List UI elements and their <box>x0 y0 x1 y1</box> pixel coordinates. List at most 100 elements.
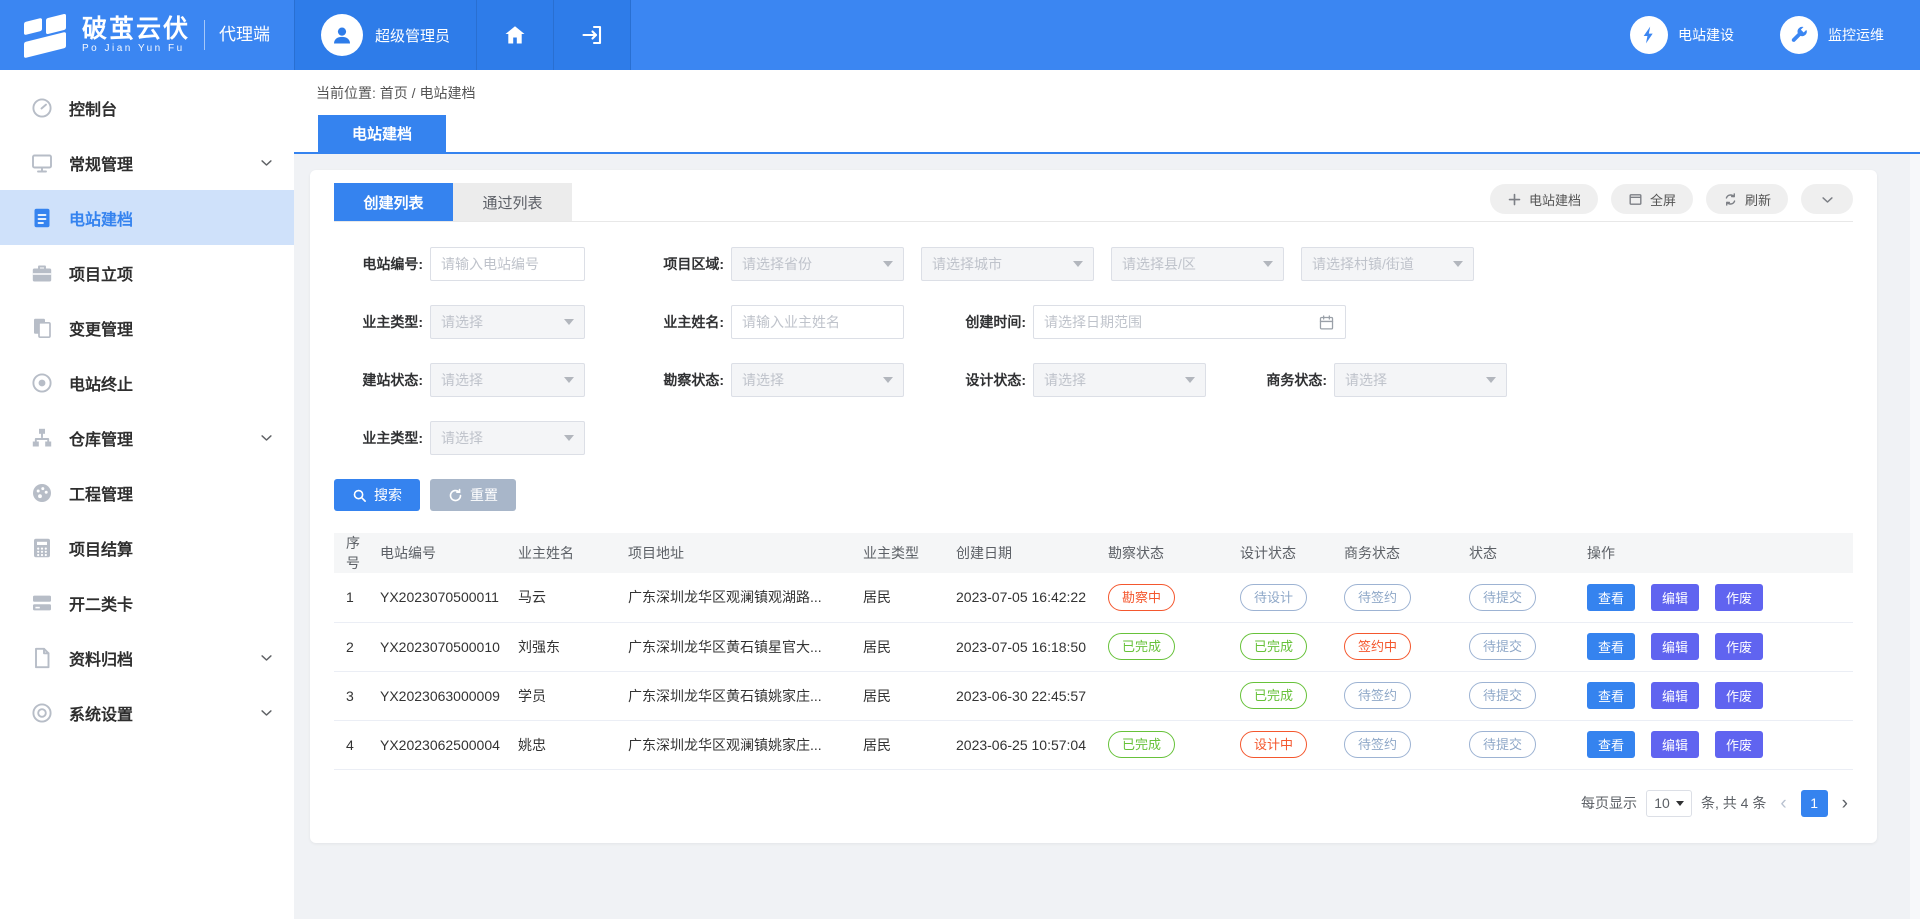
view-button[interactable]: 查看 <box>1587 633 1635 660</box>
page-number-1[interactable]: 1 <box>1801 790 1828 817</box>
station-code-input[interactable]: 请输入电站编号 <box>430 247 585 281</box>
build-status-select[interactable]: 请选择 <box>430 363 585 397</box>
dashboard-icon <box>30 96 54 120</box>
sidebar-item-仓库管理[interactable]: 仓库管理 <box>0 410 294 465</box>
edit-button[interactable]: 编辑 <box>1651 682 1699 709</box>
sidebar-item-系统设置[interactable]: 系统设置 <box>0 685 294 740</box>
current-user[interactable]: 超级管理员 <box>294 0 477 70</box>
refresh-button[interactable]: 刷新 <box>1706 184 1788 214</box>
station-code-cell: YX2023070500011 <box>374 573 512 622</box>
edit-button[interactable]: 编辑 <box>1651 584 1699 611</box>
sidebar-item-电站终止[interactable]: 电站终止 <box>0 355 294 410</box>
town-select[interactable]: 请选择村镇/街道 <box>1301 247 1474 281</box>
home-icon <box>503 23 527 47</box>
logo-icon <box>24 14 70 56</box>
scrollbar[interactable] <box>1910 154 1920 919</box>
seq-cell: 4 <box>334 720 374 769</box>
void-button[interactable]: 作废 <box>1715 584 1763 611</box>
station-list-card: 创建列表通过列表 电站建档全屏刷新 电站编号:请输入电站编号项目区域:请选择省份… <box>310 170 1877 843</box>
column-header-业主姓名: 业主姓名 <box>512 533 622 573</box>
collapse-toolbar-button[interactable] <box>1801 184 1853 214</box>
owner-type-cell: 居民 <box>857 720 950 769</box>
placeholder-text: 请输入电站编号 <box>441 254 539 274</box>
city-select[interactable]: 请选择城市 <box>921 247 1094 281</box>
column-header-项目地址: 项目地址 <box>622 533 857 573</box>
fullscreen-button[interactable]: 全屏 <box>1611 184 1693 214</box>
next-page-button[interactable]: › <box>1837 794 1853 813</box>
brand-title: 破茧云伏 <box>82 16 190 44</box>
tab-创建列表[interactable]: 创建列表 <box>334 183 453 221</box>
logout-icon <box>580 23 604 47</box>
lightning-icon <box>1630 16 1668 54</box>
province-select[interactable]: 请选择省份 <box>731 247 904 281</box>
filter-owner-type: 业主类型: 请选择 <box>334 305 585 339</box>
filter-design-status: 设计状态:请选择 <box>937 363 1206 397</box>
status-badge: 待提交 <box>1469 584 1536 611</box>
chevron-down-icon <box>1185 377 1195 383</box>
design-status-select[interactable]: 请选择 <box>1033 363 1206 397</box>
table-row: 4YX2023062500004姚忠广东深圳龙华区观澜镇姚家庄...居民2023… <box>334 720 1853 769</box>
mode-monitor-ops[interactable]: 监控运维 <box>1780 16 1884 54</box>
sidebar-item-电站建档[interactable]: 电站建档 <box>0 190 294 245</box>
home-button[interactable] <box>477 0 554 70</box>
logout-button[interactable] <box>554 0 631 70</box>
sidebar-item-开二类卡[interactable]: 开二类卡 <box>0 575 294 630</box>
owner-name-cell: 学员 <box>512 671 622 720</box>
owner-type-select[interactable]: 请选择 <box>430 305 585 339</box>
sidebar-item-资料归档[interactable]: 资料归档 <box>0 630 294 685</box>
create-station-button[interactable]: 电站建档 <box>1490 184 1598 214</box>
main-content: 当前位置: 首页 / 电站建档 电站建档 创建列表通过列表 电站建档全屏刷新 电… <box>294 70 1920 919</box>
filter-actions: 搜索 重置 <box>334 479 1853 511</box>
per-page-select[interactable]: 10 <box>1646 790 1692 817</box>
status-badge: 待签约 <box>1344 682 1411 709</box>
sidebar-item-label: 仓库管理 <box>69 426 133 450</box>
status-cell: 待提交 <box>1463 573 1581 622</box>
sidebar-item-项目结算[interactable]: 项目结算 <box>0 520 294 575</box>
chevron-down-icon <box>564 319 574 325</box>
created-range-input[interactable]: 请选择日期范围 <box>1033 305 1346 339</box>
filter-owner-type-2: 业主类型:请选择 <box>334 421 585 455</box>
per-page-label: 每页显示 <box>1581 793 1637 813</box>
sidebar-item-常规管理[interactable]: 常规管理 <box>0 135 294 190</box>
filter-label: 业主姓名: <box>635 312 724 332</box>
sidebar-item-label: 常规管理 <box>69 151 133 175</box>
design-status-cell: 设计中 <box>1234 720 1338 769</box>
survey-status-select[interactable]: 请选择 <box>731 363 904 397</box>
filter-label: 业主类型: <box>334 312 423 332</box>
placeholder-text: 请选择城市 <box>932 254 1002 274</box>
district-select[interactable]: 请选择县/区 <box>1111 247 1284 281</box>
created-date-cell: 2023-06-25 10:57:04 <box>950 720 1102 769</box>
mode-station-build[interactable]: 电站建设 <box>1630 16 1734 54</box>
sidebar-item-控制台[interactable]: 控制台 <box>0 80 294 135</box>
owner-name-input[interactable]: 请输入业主姓名 <box>731 305 904 339</box>
wrench-icon <box>1780 16 1818 54</box>
mode-label: 监控运维 <box>1828 25 1884 45</box>
breadcrumb: 当前位置: 首页 / 电站建档 <box>294 70 1920 115</box>
table-row: 1YX2023070500011马云广东深圳龙华区观澜镇观湖路...居民2023… <box>334 573 1853 622</box>
sidebar-item-项目立项[interactable]: 项目立项 <box>0 245 294 300</box>
business-status-select[interactable]: 请选择 <box>1334 363 1507 397</box>
per-page-value: 10 <box>1654 795 1670 811</box>
placeholder-text: 请选择县/区 <box>1122 254 1196 274</box>
sidebar-item-变更管理[interactable]: 变更管理 <box>0 300 294 355</box>
mode-label: 电站建设 <box>1678 25 1734 45</box>
view-button[interactable]: 查看 <box>1587 731 1635 758</box>
toolbar-button-label: 全屏 <box>1650 190 1676 209</box>
chevron-down-icon <box>883 377 893 383</box>
filter-label: 电站编号: <box>334 254 423 274</box>
page-tab[interactable]: 电站建档 <box>318 115 446 152</box>
edit-button[interactable]: 编辑 <box>1651 731 1699 758</box>
sidebar-item-工程管理[interactable]: 工程管理 <box>0 465 294 520</box>
seq-cell: 2 <box>334 622 374 671</box>
owner-type-2-select[interactable]: 请选择 <box>430 421 585 455</box>
view-button[interactable]: 查看 <box>1587 584 1635 611</box>
tab-通过列表[interactable]: 通过列表 <box>453 183 572 221</box>
void-button[interactable]: 作废 <box>1715 682 1763 709</box>
search-button[interactable]: 搜索 <box>334 479 420 511</box>
edit-button[interactable]: 编辑 <box>1651 633 1699 660</box>
reset-button[interactable]: 重置 <box>430 479 516 511</box>
void-button[interactable]: 作废 <box>1715 633 1763 660</box>
view-button[interactable]: 查看 <box>1587 682 1635 709</box>
void-button[interactable]: 作废 <box>1715 731 1763 758</box>
prev-page-button[interactable]: ‹ <box>1775 794 1791 813</box>
